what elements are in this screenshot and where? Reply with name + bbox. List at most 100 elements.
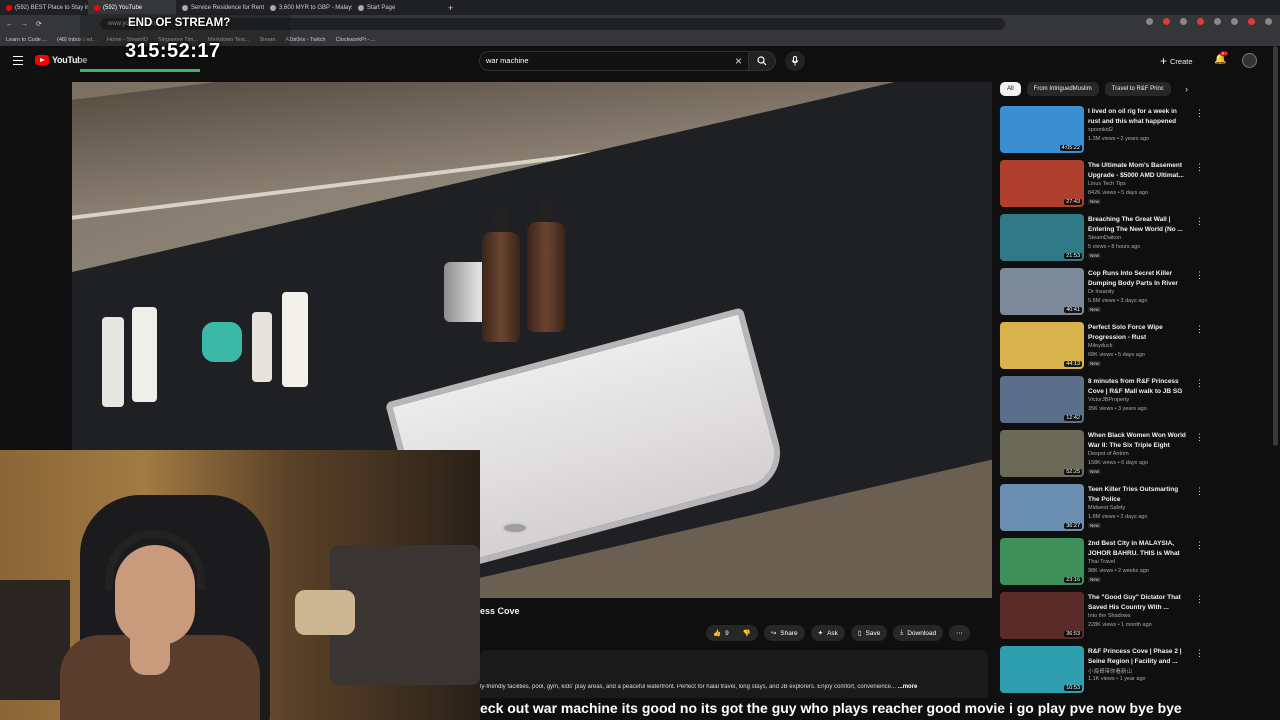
extension-icon[interactable] [1146,18,1153,25]
recommended-video[interactable]: 36:27 Teen Killer Tries Outsmarting The P… [1000,484,1210,538]
save-button[interactable]: ▯ Save [850,625,888,641]
channel-name[interactable]: spoonkid2 [1088,127,1113,133]
browser-tab[interactable]: (592) YouTube [88,0,176,15]
more-vertical-icon[interactable]: ⋮ [1195,324,1204,335]
more-vertical-icon[interactable]: ⋮ [1195,648,1204,659]
video-thumbnail[interactable]: 52:25 [1000,430,1084,477]
show-more-link[interactable]: ...more [898,684,918,690]
video-thumbnail[interactable]: 12:42 [1000,376,1084,423]
recommended-title[interactable]: 2nd Best City in MALAYSIA, JOHOR BAHRU. … [1088,539,1188,558]
more-vertical-icon[interactable]: ⋮ [1195,486,1204,497]
filter-chip[interactable]: From IntriguedMuslim [1026,82,1099,96]
more-actions-button[interactable]: ⋯ [949,625,970,641]
more-vertical-icon[interactable]: ⋮ [1195,108,1204,119]
more-vertical-icon[interactable]: ⋮ [1195,216,1204,227]
video-meta: 1.3M views • 2 years ago [1088,136,1150,142]
sparkle-icon: ✦ [817,630,824,637]
back-icon[interactable]: ← [6,21,13,28]
more-vertical-icon[interactable]: ⋮ [1195,378,1204,389]
browser-tab[interactable]: (592) BEST Place to Stay in ... [0,0,88,15]
recommended-video[interactable]: 44:13 Perfect Solo Force Wipe Progression… [1000,322,1210,376]
share-button[interactable]: ↪ Share [763,625,805,641]
recommended-title[interactable]: 8 minutes from R&F Princess Cove | R&F M… [1088,377,1188,396]
bookmark-item[interactable]: ClockworkPi - ... [336,37,376,43]
channel-name[interactable]: Dr Insanity [1088,289,1114,295]
channel-name[interactable]: Into the Shadows [1088,613,1131,619]
video-frame-drain [502,522,528,534]
download-button[interactable]: ⤓ Download [893,625,944,641]
recommended-title[interactable]: Cop Runs Into Secret Killer Dumping Body… [1088,269,1188,288]
channel-name[interactable]: VictorJBProperty [1088,397,1129,403]
extension-icon[interactable] [1163,18,1170,25]
recommended-video[interactable]: 27:43 The Ultimate Mom's Basement Upgrade… [1000,160,1210,214]
video-thumbnail[interactable]: 21:53 [1000,214,1084,261]
new-tab-icon[interactable]: + [448,3,453,13]
recommended-video[interactable]: 21:53 Breaching The Great Wall | Entering… [1000,214,1210,268]
filter-chip[interactable]: Travel to R&F Princ [1104,82,1171,96]
recommended-title[interactable]: I lived on oil rig for a week in rust an… [1088,107,1188,126]
channel-name[interactable]: Midwest Safety [1088,505,1125,511]
video-thumbnail[interactable]: 36:53 [1000,592,1084,639]
video-thumbnail[interactable]: 10:53 [1000,646,1084,693]
profile-icon[interactable] [1265,18,1272,25]
channel-name[interactable]: Despot of Antrim [1088,451,1129,457]
recommended-title[interactable]: Perfect Solo Force Wipe Progression - Ru… [1088,323,1188,342]
channel-name[interactable]: SteamDaikon [1088,235,1121,241]
create-button[interactable]: + Create [1160,54,1193,68]
recommended-title[interactable]: Teen Killer Tries Outsmarting The Police [1088,485,1188,504]
recommended-video[interactable]: 4:05:22 I lived on oil rig for a week in … [1000,106,1210,160]
browser-tab[interactable]: 3,600 MYR to GBP - Malays... [264,0,352,15]
more-vertical-icon[interactable]: ⋮ [1195,162,1204,173]
video-thumbnail[interactable]: 23:16 [1000,538,1084,585]
search-input[interactable]: war machine × [479,51,749,71]
ask-button[interactable]: ✦ Ask [810,625,845,641]
recommended-video[interactable]: 40:41 Cop Runs Into Secret Killer Dumping… [1000,268,1210,322]
extension-icon[interactable] [1180,18,1187,25]
bookmark-item[interactable]: Learn to Code ... [6,37,47,43]
clear-search-icon[interactable]: × [735,52,742,70]
thumbs-down-icon[interactable]: 👎 [743,629,751,637]
extension-icon[interactable] [1197,18,1204,25]
more-vertical-icon[interactable]: ⋮ [1195,432,1204,443]
video-thumbnail[interactable]: 40:41 [1000,268,1084,315]
browser-tab[interactable]: Start Page [352,0,440,15]
voice-search-button[interactable] [785,51,805,71]
video-thumbnail[interactable]: 27:43 [1000,160,1084,207]
browser-tab[interactable]: Service Residence for Rent [176,0,264,15]
chevron-right-icon[interactable]: › [1185,84,1188,94]
more-vertical-icon[interactable]: ⋮ [1195,270,1204,281]
extension-icon[interactable] [1231,18,1238,25]
channel-name[interactable]: 小海哥带你看新山 [1088,667,1132,675]
recommended-video[interactable]: 10:53 R&F Princess Cove | Phase 2 | Seine… [1000,646,1210,700]
forward-icon[interactable]: → [21,21,28,28]
search-button[interactable] [748,51,776,71]
recommended-title[interactable]: Breaching The Great Wall | Entering The … [1088,215,1188,234]
recommended-title[interactable]: R&F Princess Cove | Phase 2 | Seine Regi… [1088,647,1188,666]
menu-icon[interactable] [13,56,23,65]
more-vertical-icon[interactable]: ⋮ [1195,594,1204,605]
video-thumbnail[interactable]: 44:13 [1000,322,1084,369]
extension-icon[interactable] [1214,18,1221,25]
recommended-title[interactable]: The Ultimate Mom's Basement Upgrade - $5… [1088,161,1188,180]
recommended-video[interactable]: 52:25 When Black Women Won World War II: … [1000,430,1210,484]
notifications-button[interactable]: 🔔 9+ [1214,51,1229,65]
like-button[interactable]: 👍 9 👎 [706,625,758,641]
scrollbar[interactable] [1273,46,1278,446]
channel-name[interactable]: Linus Tech Tips [1088,181,1126,187]
bookmark-item[interactable]: A1bi0rix - Twitch [285,37,325,43]
recommended-video[interactable]: 23:16 2nd Best City in MALAYSIA, JOHOR BA… [1000,538,1210,592]
more-vertical-icon[interactable]: ⋮ [1195,540,1204,551]
recommended-video[interactable]: 12:42 8 minutes from R&F Princess Cove | … [1000,376,1210,430]
video-thumbnail[interactable]: 4:05:22 [1000,106,1084,153]
filter-chip[interactable]: All [1000,82,1021,96]
recommended-title[interactable]: When Black Women Won World War II: The S… [1088,431,1188,450]
recommended-title[interactable]: The "Good Guy" Dictator That Saved His C… [1088,593,1188,612]
reload-icon[interactable]: ⟳ [36,20,42,28]
channel-name[interactable]: Mileyduck [1088,343,1112,349]
avatar[interactable] [1242,53,1257,68]
video-thumbnail[interactable]: 36:27 [1000,484,1084,531]
search-icon [757,56,767,66]
extension-icon[interactable] [1248,18,1255,25]
channel-name[interactable]: Thai Travel [1088,559,1115,565]
recommended-video[interactable]: 36:53 The "Good Guy" Dictator That Saved … [1000,592,1210,646]
